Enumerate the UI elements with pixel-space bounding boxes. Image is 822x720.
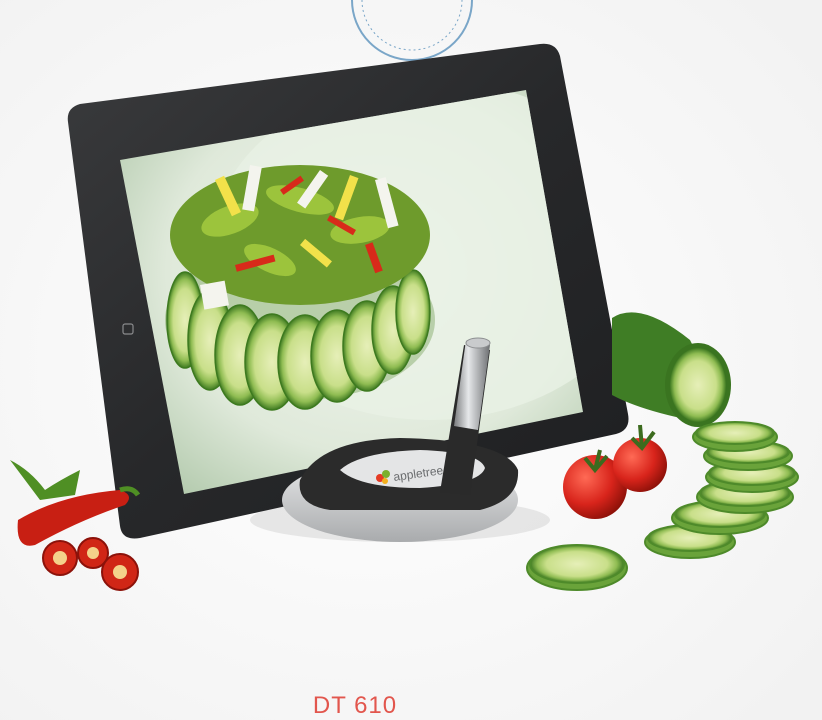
product-photo: appletree.com xyxy=(0,0,822,720)
product-code: DT 610 xyxy=(312,692,398,719)
salad-image xyxy=(165,165,435,411)
